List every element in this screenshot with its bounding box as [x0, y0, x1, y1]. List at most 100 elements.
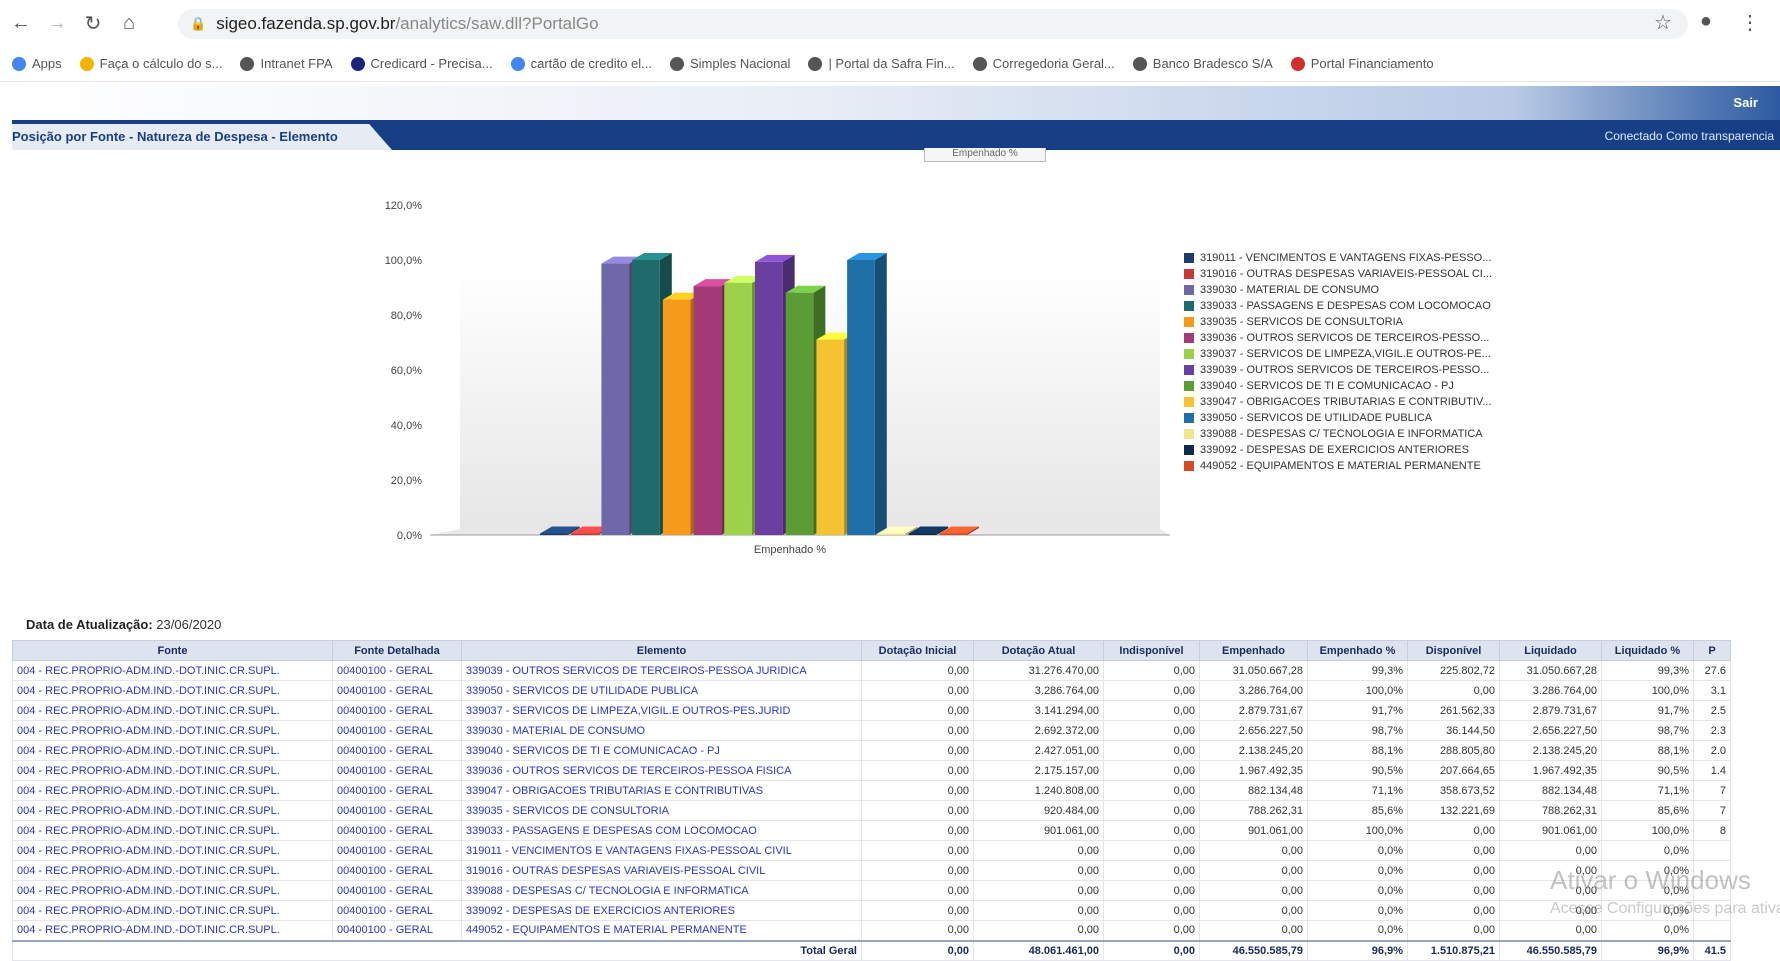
column-header[interactable]: Dotação Atual — [973, 640, 1104, 661]
table-cell[interactable]: 339050 - SERVICOS DE UTILIDADE PUBLICA — [461, 680, 862, 701]
bookmark-item[interactable]: Apps — [12, 56, 62, 71]
bookmark-item[interactable]: | Portal da Safra Fin... — [808, 56, 955, 71]
table-cell[interactable]: 00400100 - GERAL — [332, 920, 462, 941]
legend-item[interactable]: 339036 - OUTROS SERVICOS DE TERCEIROS-PE… — [1184, 330, 1564, 346]
legend-item[interactable]: 339088 - DESPESAS C/ TECNOLOGIA E INFORM… — [1184, 426, 1564, 442]
legend-item[interactable]: 339030 - MATERIAL DE CONSUMO — [1184, 282, 1564, 298]
column-header[interactable]: Elemento — [461, 640, 862, 661]
table-cell[interactable]: 004 - REC.PROPRIO-ADM.IND.-DOT.INIC.CR.S… — [12, 880, 333, 901]
profile-icon[interactable]: ● — [1700, 10, 1712, 35]
table-cell[interactable]: 339040 - SERVICOS DE TI E COMUNICACAO - … — [461, 740, 862, 761]
table-cell[interactable]: 004 - REC.PROPRIO-ADM.IND.-DOT.INIC.CR.S… — [12, 740, 333, 761]
bookmark-item[interactable]: Credicard - Precisa... — [350, 56, 493, 71]
table-cell[interactable]: 004 - REC.PROPRIO-ADM.IND.-DOT.INIC.CR.S… — [12, 720, 333, 741]
bookmark-item[interactable]: cartão de credito el... — [510, 56, 652, 71]
table-cell[interactable]: 00400100 - GERAL — [332, 880, 462, 901]
legend-item[interactable]: 339050 - SERVICOS DE UTILIDADE PUBLICA — [1184, 410, 1564, 426]
forward-icon[interactable]: → — [42, 8, 72, 38]
table-cell[interactable]: 004 - REC.PROPRIO-ADM.IND.-DOT.INIC.CR.S… — [12, 860, 333, 881]
table-cell[interactable]: 00400100 - GERAL — [332, 840, 462, 861]
column-header[interactable]: P — [1693, 640, 1731, 661]
bookmark-item[interactable]: Intranet FPA — [240, 56, 333, 71]
table-cell[interactable]: 00400100 - GERAL — [332, 700, 462, 721]
legend-item[interactable]: 319016 - OUTRAS DESPESAS VARIAVEIS-PESSO… — [1184, 266, 1564, 282]
bar — [816, 339, 845, 535]
table-cell[interactable]: 004 - REC.PROPRIO-ADM.IND.-DOT.INIC.CR.S… — [12, 660, 333, 681]
table-cell[interactable]: 004 - REC.PROPRIO-ADM.IND.-DOT.INIC.CR.S… — [12, 900, 333, 921]
table-cell[interactable]: 00400100 - GERAL — [332, 760, 462, 781]
legend-item[interactable]: 339037 - SERVICOS DE LIMPEZA,VIGIL.E OUT… — [1184, 346, 1564, 362]
table-cell[interactable]: 004 - REC.PROPRIO-ADM.IND.-DOT.INIC.CR.S… — [12, 800, 333, 821]
column-header[interactable]: Fonte — [12, 640, 333, 661]
table-cell[interactable]: 004 - REC.PROPRIO-ADM.IND.-DOT.INIC.CR.S… — [12, 820, 333, 841]
table-cell[interactable]: 00400100 - GERAL — [332, 680, 462, 701]
column-header[interactable]: Liquidado — [1499, 640, 1602, 661]
table-cell[interactable]: 449052 - EQUIPAMENTOS E MATERIAL PERMANE… — [461, 920, 862, 941]
table-cell[interactable]: 339088 - DESPESAS C/ TECNOLOGIA E INFORM… — [461, 880, 862, 901]
bookmark-item[interactable]: Banco Bradesco S/A — [1132, 56, 1273, 71]
legend-item[interactable]: 339039 - OUTROS SERVICOS DE TERCEIROS-PE… — [1184, 362, 1564, 378]
table-cell[interactable]: 004 - REC.PROPRIO-ADM.IND.-DOT.INIC.CR.S… — [12, 840, 333, 861]
back-icon[interactable]: ← — [6, 8, 36, 38]
bookmark-item[interactable]: Simples Nacional — [670, 56, 790, 71]
table-cell[interactable]: 319011 - VENCIMENTOS E VANTAGENS FIXAS-P… — [461, 840, 862, 861]
table-cell[interactable]: 004 - REC.PROPRIO-ADM.IND.-DOT.INIC.CR.S… — [12, 780, 333, 801]
bookmark-label: Credicard - Precisa... — [370, 56, 493, 71]
table-cell[interactable]: 004 - REC.PROPRIO-ADM.IND.-DOT.INIC.CR.S… — [12, 760, 333, 781]
legend-item[interactable]: 339035 - SERVICOS DE CONSULTORIA — [1184, 314, 1564, 330]
tab-report[interactable]: Posição por Fonte - Natureza de Despesa … — [12, 124, 392, 150]
home-icon[interactable]: ⌂ — [114, 8, 144, 38]
table-cell: 0,00 — [973, 900, 1104, 921]
table-cell[interactable]: 004 - REC.PROPRIO-ADM.IND.-DOT.INIC.CR.S… — [12, 920, 333, 941]
table-cell[interactable]: 00400100 - GERAL — [332, 900, 462, 921]
bookmark-item[interactable]: Corregedoria Geral... — [972, 56, 1115, 71]
table-cell[interactable]: 339035 - SERVICOS DE CONSULTORIA — [461, 800, 862, 821]
table-cell[interactable]: 00400100 - GERAL — [332, 720, 462, 741]
legend-swatch — [1184, 317, 1194, 327]
table-cell[interactable]: 00400100 - GERAL — [332, 740, 462, 761]
reload-icon[interactable]: ↻ — [78, 8, 108, 38]
connected-as[interactable]: Conectado Como transparencia — [1605, 129, 1774, 143]
table-cell: 90,5% — [1307, 760, 1408, 781]
column-header[interactable]: Indisponível — [1103, 640, 1200, 661]
table-cell: 88,1% — [1307, 740, 1408, 761]
logout-link[interactable]: Sair — [1733, 95, 1758, 110]
legend-swatch — [1184, 461, 1194, 471]
table-cell[interactable]: 339033 - PASSAGENS E DESPESAS COM LOCOMO… — [461, 820, 862, 841]
table-cell[interactable]: 339036 - OUTROS SERVICOS DE TERCEIROS-PE… — [461, 760, 862, 781]
table-cell[interactable]: 00400100 - GERAL — [332, 780, 462, 801]
column-header[interactable]: Disponível — [1407, 640, 1500, 661]
bookmark-item[interactable]: Faça o cálculo do s... — [79, 56, 222, 71]
legend-item[interactable]: 339033 - PASSAGENS E DESPESAS COM LOCOMO… — [1184, 298, 1564, 314]
legend-item[interactable]: 339040 - SERVICOS DE TI E COMUNICACAO - … — [1184, 378, 1564, 394]
table-row: 004 - REC.PROPRIO-ADM.IND.-DOT.INIC.CR.S… — [12, 760, 1731, 781]
bookmark-item[interactable]: Portal Financiamento — [1290, 56, 1434, 71]
address-bar[interactable]: 🔒 sigeo.fazenda.sp.gov.br/analytics/saw.… — [178, 9, 1688, 39]
legend-item[interactable]: 449052 - EQUIPAMENTOS E MATERIAL PERMANE… — [1184, 458, 1564, 474]
column-header[interactable]: Liquidado % — [1601, 640, 1694, 661]
table-cell[interactable]: 339047 - OBRIGACOES TRIBUTARIAS E CONTRI… — [461, 780, 862, 801]
bookmark-star-icon[interactable]: ☆ — [1654, 10, 1672, 35]
menu-icon[interactable]: ⋮ — [1740, 10, 1760, 35]
table-cell[interactable]: 339030 - MATERIAL DE CONSUMO — [461, 720, 862, 741]
column-header[interactable]: Fonte Detalhada — [332, 640, 462, 661]
table-cell[interactable]: 00400100 - GERAL — [332, 860, 462, 881]
table-cell[interactable]: 319016 - OUTRAS DESPESAS VARIAVEIS-PESSO… — [461, 860, 862, 881]
table-cell[interactable]: 00400100 - GERAL — [332, 660, 462, 681]
table-cell — [1693, 920, 1731, 941]
chart-view-select[interactable]: Empenhado % — [924, 148, 1046, 162]
table-cell[interactable]: 004 - REC.PROPRIO-ADM.IND.-DOT.INIC.CR.S… — [12, 680, 333, 701]
table-cell[interactable]: 339092 - DESPESAS DE EXERCICIOS ANTERIOR… — [461, 900, 862, 921]
table-cell[interactable]: 339039 - OUTROS SERVICOS DE TERCEIROS-PE… — [461, 660, 862, 681]
column-header[interactable]: Dotação Inicial — [861, 640, 974, 661]
legend-item[interactable]: 339092 - DESPESAS DE EXERCICIOS ANTERIOR… — [1184, 442, 1564, 458]
column-header[interactable]: Empenhado — [1199, 640, 1308, 661]
table-cell: 2.879.731,67 — [1199, 700, 1308, 721]
table-cell[interactable]: 004 - REC.PROPRIO-ADM.IND.-DOT.INIC.CR.S… — [12, 700, 333, 721]
column-header[interactable]: Empenhado % — [1307, 640, 1408, 661]
table-cell[interactable]: 00400100 - GERAL — [332, 800, 462, 821]
table-cell[interactable]: 00400100 - GERAL — [332, 820, 462, 841]
legend-item[interactable]: 339047 - OBRIGACOES TRIBUTARIAS E CONTRI… — [1184, 394, 1564, 410]
legend-item[interactable]: 319011 - VENCIMENTOS E VANTAGENS FIXAS-P… — [1184, 250, 1564, 266]
table-cell[interactable]: 339037 - SERVICOS DE LIMPEZA,VIGIL.E OUT… — [461, 700, 862, 721]
